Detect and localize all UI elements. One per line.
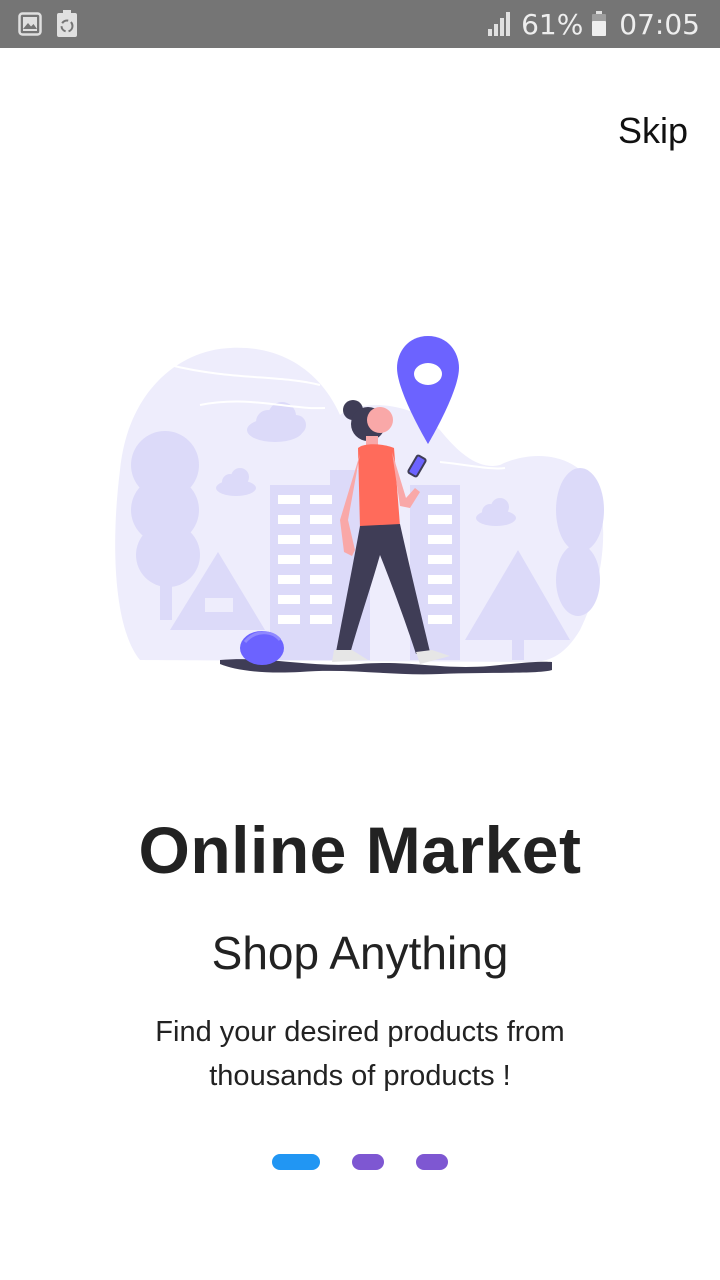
status-bar: 61% 07:05 [0, 0, 720, 48]
page-title: Online Market [138, 813, 582, 887]
battery-percent: 61% [521, 7, 584, 41]
page-description: Find your desired products from thousand… [155, 1016, 565, 1092]
status-left-icons [18, 10, 78, 38]
onboarding-illustration [110, 330, 610, 680]
page-indicator-dot-2[interactable] [352, 1154, 384, 1170]
signal-icon [487, 11, 513, 37]
skip-button[interactable]: Skip [618, 110, 688, 152]
page-indicator [0, 1154, 720, 1170]
page-indicator-dot-1[interactable] [272, 1154, 320, 1170]
status-time: 07:05 [619, 7, 700, 41]
page-subtitle: Shop Anything [211, 927, 509, 979]
gallery-icon [18, 12, 42, 36]
battery-icon [591, 11, 607, 37]
page-indicator-dot-3[interactable] [416, 1154, 448, 1170]
status-right: 61% 07:05 [487, 8, 700, 41]
battery-saver-icon [56, 10, 78, 38]
